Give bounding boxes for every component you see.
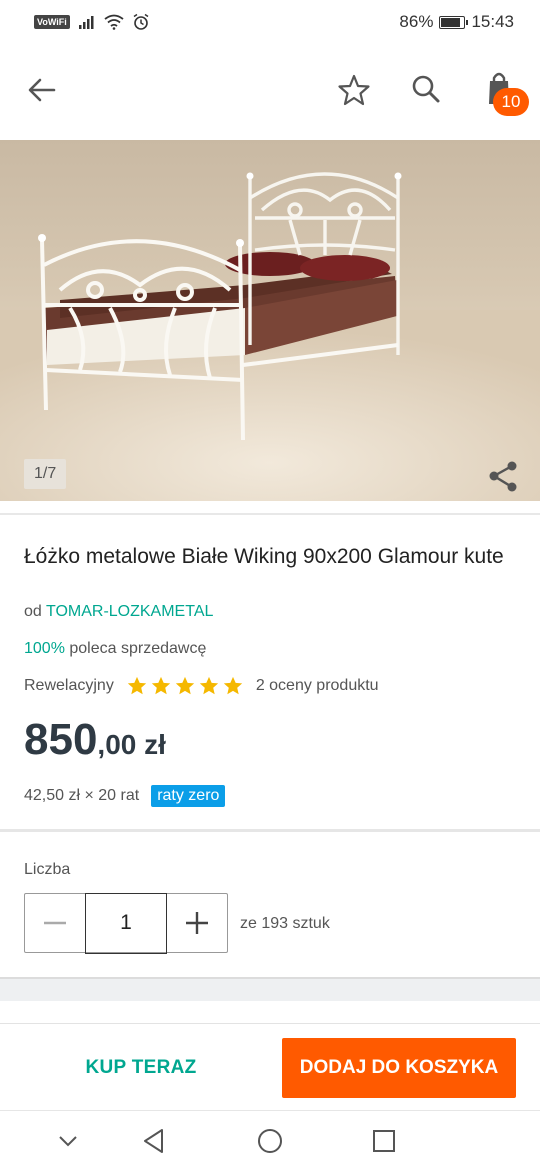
recommend-percent: 100%	[24, 640, 65, 657]
back-arrow-icon[interactable]	[22, 70, 62, 110]
star-icon[interactable]	[334, 70, 374, 110]
price-decimal: ,00 zł	[97, 729, 166, 760]
chevron-down-icon[interactable]	[52, 1125, 84, 1157]
star-filled-icon	[199, 676, 218, 695]
recommend-text: poleca sprzedawcę	[69, 640, 207, 657]
quantity-stepper: 1	[24, 892, 228, 954]
nav-back-icon[interactable]	[138, 1125, 170, 1157]
star-filled-icon	[127, 676, 146, 695]
cart-count-badge[interactable]: 10	[493, 88, 529, 116]
rating-label: Rewelacyjny	[24, 677, 114, 694]
minus-icon[interactable]	[25, 894, 85, 952]
plus-icon[interactable]	[167, 894, 227, 952]
nav-recents-icon[interactable]	[368, 1125, 400, 1157]
seller-recommendation: 100% poleca sprzedawcę	[24, 640, 206, 658]
system-nav-bar	[0, 1110, 540, 1170]
seller-link[interactable]: TOMAR-LOZKAMETAL	[46, 603, 213, 620]
installment-text: 42,50 zł × 20 rat	[24, 787, 140, 804]
vowifi-icon: VoWiFi	[34, 15, 70, 29]
price-integer: 850	[24, 715, 98, 764]
product-image-gallery[interactable]: 1/7	[0, 140, 540, 501]
app-bar: 10	[0, 44, 540, 140]
nav-home-icon[interactable]	[254, 1125, 286, 1157]
star-filled-icon	[175, 676, 194, 695]
divider	[0, 829, 540, 832]
status-bar: VoWiFi 86% 15:43	[0, 0, 540, 44]
battery-icon	[439, 15, 469, 29]
seller-line: od TOMAR-LOZKAMETAL	[24, 603, 213, 621]
share-icon[interactable]	[486, 458, 522, 494]
buy-now-button[interactable]: KUP TERAZ	[24, 1038, 258, 1098]
stock-available: ze 193 sztuk	[240, 915, 330, 932]
battery-level-fill	[441, 17, 461, 27]
price: 850,00 zł	[24, 715, 166, 765]
action-bar: KUP TERAZ DODAJ DO KOSZYKA	[0, 1023, 540, 1110]
signal-icon	[78, 16, 94, 29]
rating-stars	[126, 675, 244, 697]
rating-row[interactable]: Rewelacyjny 2 oceny produktu	[24, 675, 379, 697]
add-to-cart-button[interactable]: DODAJ DO KOSZYKA	[282, 1038, 516, 1098]
alarm-icon	[133, 13, 149, 30]
clock: 15:43	[471, 12, 514, 31]
installment-row[interactable]: 42,50 zł × 20 rat raty zero	[24, 785, 226, 807]
product-photo	[0, 172, 540, 501]
rating-count[interactable]: 2 oceny produktu	[256, 677, 379, 695]
wifi-icon	[104, 14, 124, 30]
quantity-input[interactable]: 1	[85, 892, 167, 954]
star-filled-icon	[223, 676, 242, 695]
seller-prefix: od	[24, 603, 42, 620]
star-filled-icon	[151, 676, 170, 695]
raty-zero-badge: raty zero	[151, 785, 226, 807]
quantity-label: Liczba	[24, 861, 71, 878]
battery-percent: 86%	[399, 12, 434, 31]
divider	[0, 513, 540, 515]
section-separator	[0, 977, 540, 1001]
search-icon[interactable]	[406, 70, 446, 110]
image-counter: 1/7	[24, 459, 67, 489]
product-title: Łóżko metalowe Białe Wiking 90x200 Glamo…	[24, 545, 504, 568]
